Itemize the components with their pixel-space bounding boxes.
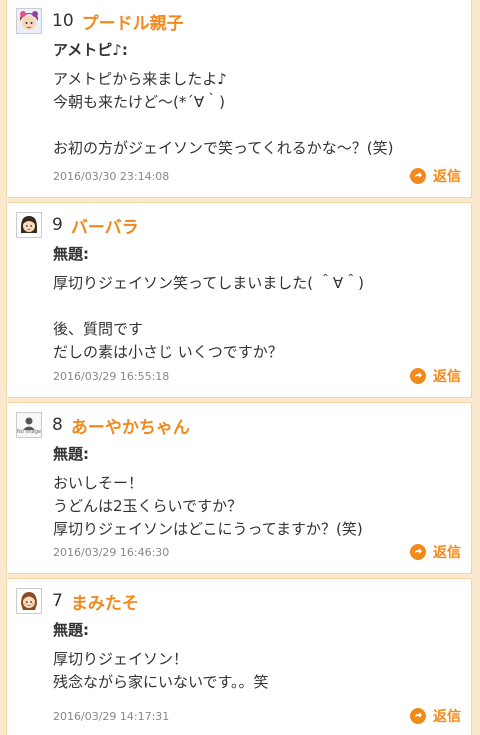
comment-subject: 無題: xyxy=(53,445,89,463)
comment-body: 無題: 厚切りジェイソン！ 残念ながら家にいないです。。笑 xyxy=(53,619,461,694)
reply-label: 返信 xyxy=(433,369,461,385)
comment-footer: 2016/03/30 23:14:08 返信 xyxy=(53,167,461,185)
comment-number: 7 xyxy=(52,591,63,611)
comment-feed: 10 プードル親子 アメトピ♪: アメトピから来ましたよ♪ 今朝も来たけど〜(*… xyxy=(0,0,480,735)
reply-arrow-icon xyxy=(410,708,426,724)
no-image-label: No image xyxy=(17,428,41,435)
comment-subject: アメトピ♪: xyxy=(53,41,128,59)
reply-button[interactable]: 返信 xyxy=(410,542,461,562)
comment-timestamp: 2016/03/29 16:46:30 xyxy=(53,545,170,559)
comment-number: 10 xyxy=(52,11,74,31)
comment-text: アメトピから来ましたよ♪ 今朝も来たけど〜(*´∀｀) お初の方がジェイソンで笑… xyxy=(53,70,394,157)
comment-footer: 2016/03/29 14:17:31 返信 xyxy=(53,707,461,725)
comment-card: No image 8 あーやかちゃん 無題: おいしそー！ うどんは2玉くらいで… xyxy=(6,402,472,574)
comment-text: 厚切りジェイソン！ 残念ながら家にいないです。。笑 xyxy=(53,650,269,691)
reply-arrow-icon xyxy=(410,544,426,560)
no-image-icon[interactable]: No image xyxy=(16,412,42,438)
comment-body: 無題: おいしそー！ うどんは2玉くらいですか？ 厚切りジェイソンはどこにうって… xyxy=(53,443,461,541)
comment-footer: 2016/03/29 16:46:30 返信 xyxy=(53,543,461,561)
woman-face-icon[interactable] xyxy=(16,212,42,238)
reply-button[interactable]: 返信 xyxy=(410,706,461,726)
reply-label: 返信 xyxy=(433,545,461,561)
comment-timestamp: 2016/03/29 14:17:31 xyxy=(53,709,170,723)
comment-subject: 無題: xyxy=(53,245,89,263)
author-name-link[interactable]: プードル親子 xyxy=(82,9,184,34)
comment-header: 9 バーバラ xyxy=(16,211,139,239)
comment-timestamp: 2016/03/29 16:55:18 xyxy=(53,369,170,383)
comment-header: 7 まみたそ xyxy=(16,587,139,615)
girl-face-icon[interactable] xyxy=(16,8,42,34)
comment-header: 10 プードル親子 xyxy=(16,7,184,35)
author-name-link[interactable]: あーやかちゃん xyxy=(71,413,190,438)
comment-header: No image 8 あーやかちゃん xyxy=(16,411,190,439)
reply-arrow-icon xyxy=(410,168,426,184)
comment-text: 厚切りジェイソン笑ってしまいました( ＾∀＾) 後、質問です だしの素は小さじ … xyxy=(53,274,364,361)
comment-body: アメトピ♪: アメトピから来ましたよ♪ 今朝も来たけど〜(*´∀｀) お初の方が… xyxy=(53,39,461,160)
comment-card: 9 バーバラ 無題: 厚切りジェイソン笑ってしまいました( ＾∀＾) 後、質問で… xyxy=(6,202,472,398)
reply-button[interactable]: 返信 xyxy=(410,166,461,186)
comment-card: 7 まみたそ 無題: 厚切りジェイソン！ 残念ながら家にいないです。。笑 201… xyxy=(6,578,472,735)
author-name-link[interactable]: バーバラ xyxy=(71,213,139,238)
comment-subject: 無題: xyxy=(53,621,89,639)
comment-body: 無題: 厚切りジェイソン笑ってしまいました( ＾∀＾) 後、質問です だしの素は… xyxy=(53,243,461,364)
reply-label: 返信 xyxy=(433,709,461,725)
comment-footer: 2016/03/29 16:55:18 返信 xyxy=(53,367,461,385)
comment-timestamp: 2016/03/30 23:14:08 xyxy=(53,169,170,183)
comment-text: おいしそー！ うどんは2玉くらいですか？ 厚切りジェイソンはどこにうってますか？… xyxy=(53,474,363,538)
comment-number: 8 xyxy=(52,415,63,435)
comment-number: 9 xyxy=(52,215,63,235)
comment-card: 10 プードル親子 アメトピ♪: アメトピから来ましたよ♪ 今朝も来たけど〜(*… xyxy=(6,0,472,198)
reply-label: 返信 xyxy=(433,169,461,185)
reply-button[interactable]: 返信 xyxy=(410,366,461,386)
reply-arrow-icon xyxy=(410,368,426,384)
author-name-link[interactable]: まみたそ xyxy=(71,589,139,614)
girl-face-icon[interactable] xyxy=(16,588,42,614)
